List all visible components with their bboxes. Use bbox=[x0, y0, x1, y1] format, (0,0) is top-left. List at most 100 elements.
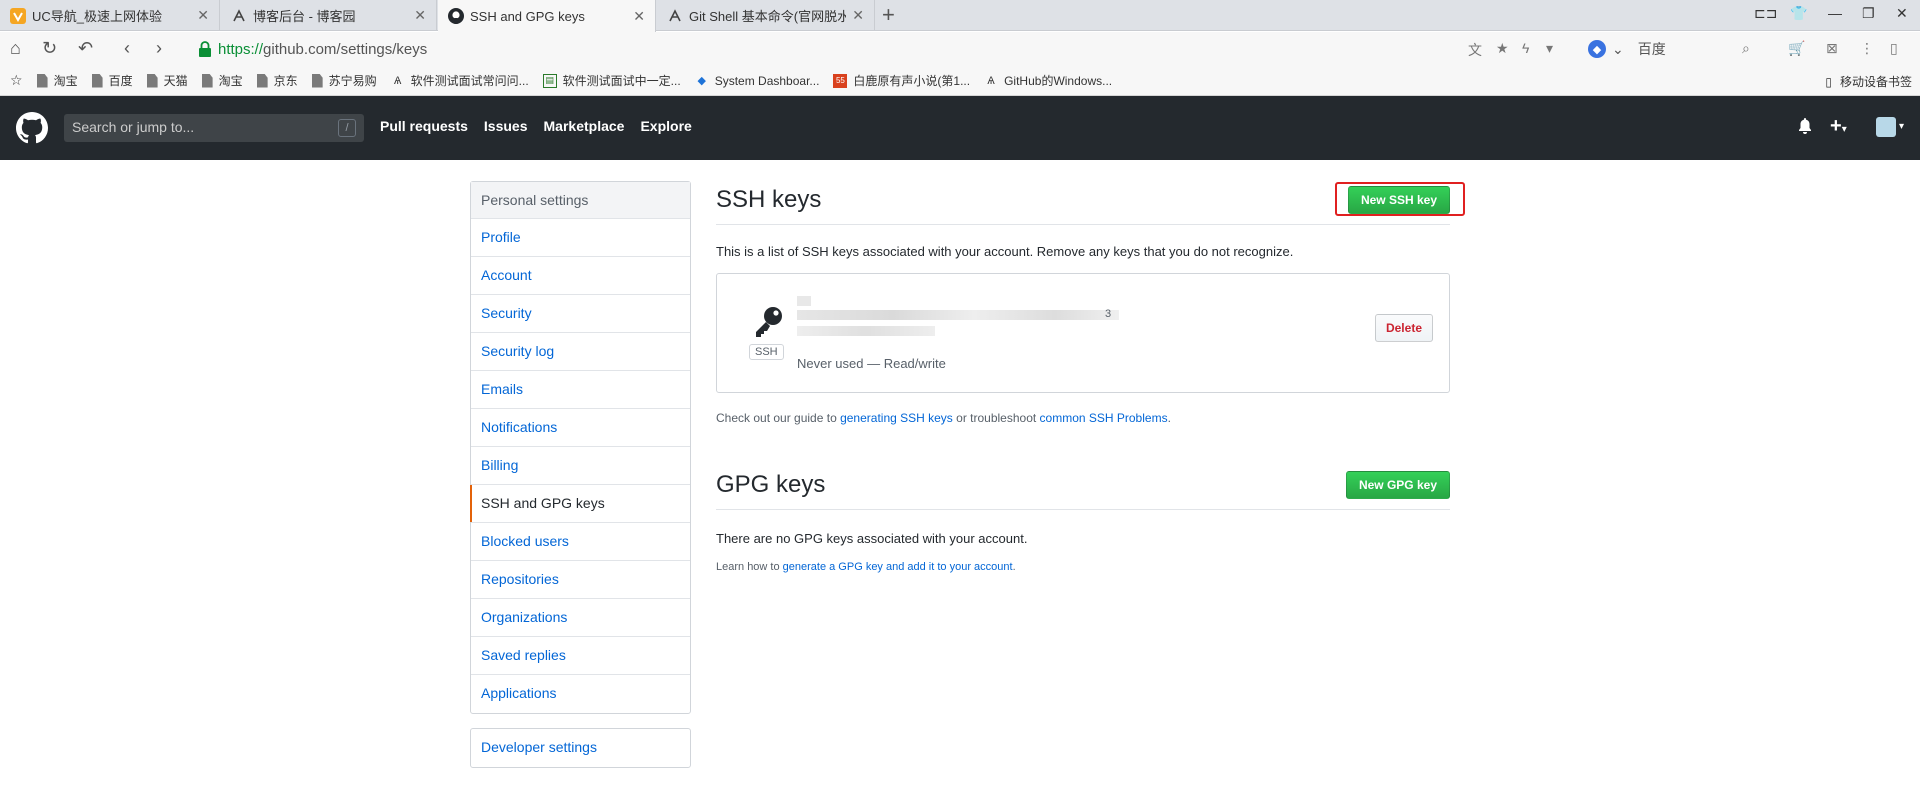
bookmark-item[interactable]: Ѧ 软件测试面试常问问... bbox=[391, 72, 529, 89]
extension-icon[interactable]: ⊠ bbox=[1826, 40, 1838, 57]
menu-item-repositories[interactable]: Repositories bbox=[471, 561, 690, 599]
chevron-down-icon: ⌄ bbox=[1612, 40, 1624, 57]
cnblogs-icon bbox=[231, 8, 247, 24]
menu-item-notifications[interactable]: Notifications bbox=[471, 409, 690, 447]
menu-item-profile[interactable]: Profile bbox=[471, 219, 690, 257]
ssh-key-badge: SSH bbox=[749, 344, 784, 360]
browser-tab-git-shell[interactable]: Git Shell 基本命令(官网脱水版 ✕ bbox=[657, 0, 875, 31]
close-window-icon[interactable]: ✕ bbox=[1896, 5, 1908, 22]
gpg-keys-subhead: GPG keys New GPG key bbox=[716, 469, 1450, 510]
bookmark-item[interactable]: 淘宝 bbox=[36, 72, 78, 89]
redacted-fingerprint bbox=[797, 310, 1119, 320]
bookmark-item[interactable]: ◆ System Dashboar... bbox=[695, 74, 819, 88]
browser-tab-ssh-keys[interactable]: SSH and GPG keys ✕ bbox=[438, 0, 656, 32]
nav-pull-requests[interactable]: Pull requests bbox=[380, 118, 468, 134]
home-icon[interactable]: ⌂ bbox=[10, 38, 21, 58]
back-icon[interactable]: ‹ bbox=[124, 38, 130, 58]
tab-title: 博客后台 - 博客园 bbox=[253, 9, 356, 24]
generating-ssh-keys-link[interactable]: generating SSH keys bbox=[840, 411, 953, 425]
close-tab-icon[interactable]: ✕ bbox=[414, 7, 426, 24]
bookmark-item[interactable]: 淘宝 bbox=[201, 72, 243, 89]
page-icon bbox=[36, 73, 48, 88]
bookmark-item[interactable]: 55 白鹿原有声小说(第1... bbox=[833, 72, 970, 89]
menu-item-applications[interactable]: Applications bbox=[471, 675, 690, 713]
ssh-key-usage: Never used — Read/write bbox=[797, 356, 946, 371]
url-scheme: https:// bbox=[218, 40, 264, 58]
bookmark-item[interactable]: 苏宁易购 bbox=[311, 72, 377, 89]
generate-gpg-key-link[interactable]: generate a GPG key and add it to your ac… bbox=[783, 561, 1013, 573]
annotation-highlight bbox=[1335, 182, 1465, 216]
bookmark-item[interactable]: 天猫 bbox=[146, 72, 188, 89]
close-tab-icon[interactable]: ✕ bbox=[852, 7, 864, 24]
page-icon bbox=[91, 73, 103, 88]
tab-mode-icon[interactable]: ⊏⊐ bbox=[1754, 5, 1777, 22]
avatar[interactable] bbox=[1876, 117, 1896, 137]
mobile-icon: ▯ bbox=[1825, 74, 1832, 89]
search-engine-name: 百度 bbox=[1637, 41, 1666, 57]
chevron-down-icon[interactable]: ▾ bbox=[1546, 40, 1553, 57]
menu-item-emails[interactable]: Emails bbox=[471, 371, 690, 409]
browser-tab-strip: UC导航_极速上网体验 ✕ 博客后台 - 博客园 ✕ SSH and GPG k… bbox=[0, 0, 1920, 32]
menu-icon[interactable]: ⋮ bbox=[1860, 40, 1874, 57]
undo-close-icon[interactable]: ↶ bbox=[78, 38, 93, 58]
menu-item-security-log[interactable]: Security log bbox=[471, 333, 690, 371]
star-icon[interactable]: ★ bbox=[1496, 40, 1509, 57]
gpg-keys-title: GPG keys bbox=[716, 471, 826, 498]
close-tab-icon[interactable]: ✕ bbox=[197, 7, 209, 24]
common-ssh-problems-link[interactable]: common SSH Problems bbox=[1040, 411, 1168, 425]
menu-item-blocked-users[interactable]: Blocked users bbox=[471, 523, 690, 561]
url-input[interactable]: https://github.com/settings/keys bbox=[198, 36, 1558, 62]
cnblogs-icon: Ѧ bbox=[393, 74, 402, 87]
menu-item-account[interactable]: Account bbox=[471, 257, 690, 295]
bookmark-star-icon[interactable]: ☆ bbox=[10, 72, 23, 89]
minimize-icon[interactable]: — bbox=[1828, 5, 1842, 21]
browser-tab-uc-nav[interactable]: UC导航_极速上网体验 ✕ bbox=[0, 0, 220, 31]
close-tab-icon[interactable]: ✕ bbox=[633, 8, 645, 25]
lightning-icon[interactable]: ϟ bbox=[1522, 40, 1529, 56]
chevron-down-icon[interactable]: ▾ bbox=[1899, 121, 1904, 132]
bookmark-item[interactable]: 京东 bbox=[256, 72, 298, 89]
menu-item-organizations[interactable]: Organizations bbox=[471, 599, 690, 637]
mobile-bookmarks[interactable]: ▯ 移动设备书签 bbox=[1825, 73, 1912, 90]
ssh-description: This is a list of SSH keys associated wi… bbox=[716, 244, 1294, 259]
page-icon bbox=[311, 73, 323, 88]
create-new-icon[interactable]: +▾ bbox=[1830, 115, 1847, 138]
translate-icon[interactable]: 文 bbox=[1468, 40, 1482, 60]
ssh-guide-note: Check out our guide to generating SSH ke… bbox=[716, 411, 1171, 425]
key-icon bbox=[756, 307, 782, 337]
sidebar-icon[interactable]: ▯ bbox=[1890, 40, 1898, 57]
forward-icon[interactable]: › bbox=[156, 38, 162, 58]
tab-title: UC导航_极速上网体验 bbox=[32, 9, 163, 24]
menu-item-security[interactable]: Security bbox=[471, 295, 690, 333]
github-search-input[interactable]: Search or jump to... / bbox=[64, 114, 364, 142]
search-placeholder: Search or jump to... bbox=[72, 119, 195, 135]
cart-icon[interactable]: 🛒 bbox=[1788, 40, 1805, 57]
menu-item-ssh-gpg-keys[interactable]: SSH and GPG keys bbox=[470, 485, 690, 523]
tab-title: Git Shell 基本命令(官网脱水版 bbox=[689, 9, 847, 24]
github-icon bbox=[448, 8, 464, 24]
menu-item-developer-settings[interactable]: Developer settings bbox=[471, 729, 690, 767]
new-tab-button[interactable]: + bbox=[882, 3, 895, 27]
delete-ssh-key-button[interactable]: Delete bbox=[1374, 314, 1433, 342]
search-icon[interactable]: ⌕ bbox=[1742, 40, 1750, 57]
menu-item-billing[interactable]: Billing bbox=[471, 447, 690, 485]
lock-icon bbox=[198, 41, 212, 57]
settings-menu: Personal settings Profile Account Securi… bbox=[470, 181, 691, 714]
skin-icon[interactable]: 👕 bbox=[1790, 5, 1807, 22]
restore-icon[interactable]: ❐ bbox=[1862, 5, 1875, 22]
bookmark-item[interactable]: 百度 bbox=[91, 72, 133, 89]
browser-tab-cnblogs[interactable]: 博客后台 - 博客园 ✕ bbox=[221, 0, 437, 31]
github-logo-icon[interactable] bbox=[16, 112, 48, 144]
bookmark-item[interactable]: Ѧ GitHub的Windows... bbox=[984, 72, 1112, 89]
nav-marketplace[interactable]: Marketplace bbox=[544, 118, 625, 134]
menu-item-saved-replies[interactable]: Saved replies bbox=[471, 637, 690, 675]
url-path: github.com/settings/keys bbox=[263, 40, 428, 58]
bell-icon[interactable] bbox=[1798, 118, 1812, 139]
search-engine-box[interactable]: ◆ ⌄ 百度 bbox=[1588, 39, 1666, 59]
new-gpg-key-button[interactable]: New GPG key bbox=[1345, 471, 1450, 499]
bookmark-item[interactable]: ▤ 软件测试面试中一定... bbox=[542, 72, 681, 89]
reload-icon[interactable]: ↻ bbox=[42, 38, 57, 58]
nav-explore[interactable]: Explore bbox=[640, 118, 691, 134]
gpg-learn-note: Learn how to generate a GPG key and add … bbox=[716, 561, 1016, 573]
nav-issues[interactable]: Issues bbox=[484, 118, 528, 134]
